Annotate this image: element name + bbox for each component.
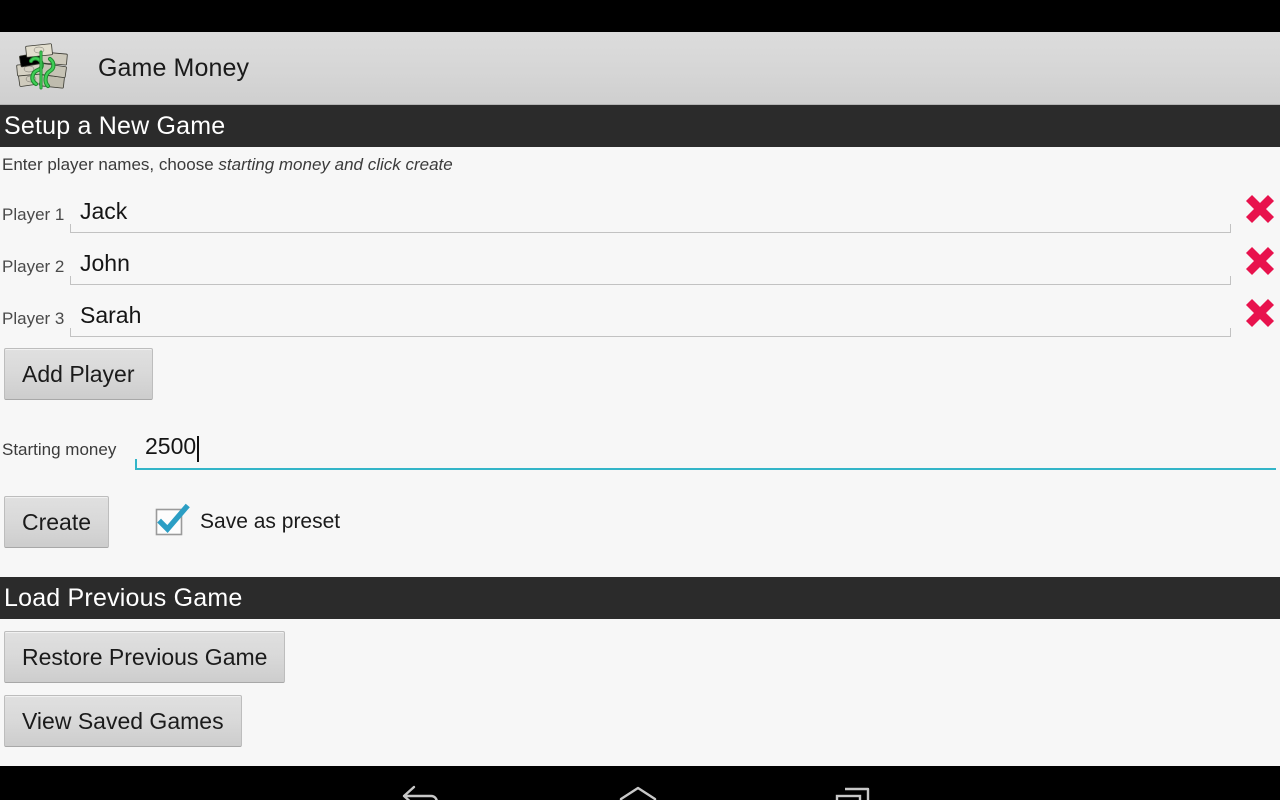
view-saved-row: View Saved Games [0,683,1280,747]
create-button[interactable]: Create [4,496,110,548]
setup-hint-prefix: Enter player names, choose [2,155,219,174]
player-name-value: Jack [80,198,128,224]
player-label: Player 3 [2,309,65,328]
player-name-input[interactable]: Jack [70,189,1231,233]
money-stack-icon [14,40,78,96]
status-bar [0,0,1280,32]
starting-money-input[interactable]: 2500 [135,422,1276,470]
input-underline [70,328,1231,337]
home-icon[interactable] [530,766,745,800]
input-underline [70,224,1231,233]
delete-x-icon[interactable] [1240,189,1280,229]
action-bar: Game Money [0,32,1280,105]
restore-row: Restore Previous Game [0,619,1280,683]
save-as-preset-checkbox[interactable] [153,503,190,539]
player-name-value: Sarah [80,302,142,328]
starting-money-label: Starting money [2,440,117,459]
player-name-input[interactable]: John [70,241,1231,285]
view-saved-games-button[interactable]: View Saved Games [4,695,242,747]
save-as-preset-label: Save as preset [200,510,341,533]
player-row: Player 2 John [0,233,1280,285]
setup-hint-italic: starting money and click create [218,155,453,174]
starting-money-row: Starting money 2500 [0,414,1280,470]
load-section-wrap: Load Previous Game [0,577,1280,619]
add-player-button[interactable]: Add Player [4,348,153,400]
player-row: Player 1 Jack [0,181,1280,233]
player-name-input[interactable]: Sarah [70,293,1231,337]
load-section-header: Load Previous Game [0,577,1280,619]
recent-apps-icon[interactable] [745,766,960,800]
player-row: Player 3 Sarah [0,285,1280,337]
app-title: Game Money [98,53,250,82]
restore-previous-game-button[interactable]: Restore Previous Game [4,631,286,683]
android-navigation-bar [0,766,1280,800]
setup-hint: Enter player names, choose starting mone… [0,147,1280,181]
player-label: Player 2 [2,257,65,276]
player-label: Player 1 [2,205,65,224]
starting-money-value: 2500 [145,433,197,459]
main-content: Setup a New Game Enter player names, cho… [0,105,1280,766]
input-underline-focused [135,459,1276,470]
player-name-value: John [80,250,130,276]
create-row: Create Save as preset [0,496,1280,548]
setup-section-header: Setup a New Game [0,105,1280,147]
back-icon[interactable] [315,766,530,800]
delete-x-icon[interactable] [1240,293,1280,333]
add-player-row: Add Player [0,337,1280,400]
delete-x-icon[interactable] [1240,241,1280,281]
input-underline [70,276,1231,285]
